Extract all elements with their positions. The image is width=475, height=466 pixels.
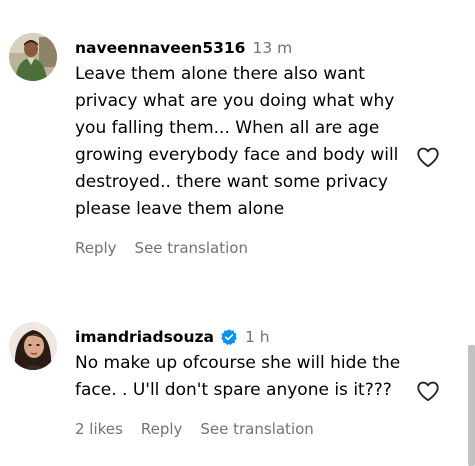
comment-body: imandriadsouza 1 h No make up ofcourse s… (75, 325, 415, 438)
woman-avatar-icon (9, 322, 57, 370)
verified-badge-icon (220, 328, 238, 346)
comment-time[interactable]: 13 m (252, 39, 292, 57)
see-translation-button[interactable]: See translation (200, 420, 313, 438)
comments-panel: naveennaveen5316 13 m Leave them alone t… (0, 0, 475, 466)
reply-button[interactable]: Reply (75, 239, 117, 257)
man-avatar-icon (9, 33, 57, 81)
heart-outline-icon (417, 381, 439, 402)
comment-username[interactable]: naveennaveen5316 (75, 39, 245, 57)
see-translation-button[interactable]: See translation (135, 239, 248, 257)
likes-count[interactable]: 2 likes (75, 420, 123, 438)
comment-actions: Reply See translation (75, 239, 415, 257)
comment-actions: 2 likes Reply See translation (75, 420, 415, 438)
heart-outline-icon (417, 147, 439, 168)
avatar[interactable] (9, 33, 57, 81)
like-button[interactable] (415, 144, 441, 170)
like-button[interactable] (415, 378, 441, 404)
scrollbar-thumb[interactable] (468, 345, 475, 466)
comment-text: Leave them alone there also want privacy… (75, 64, 399, 219)
reply-button[interactable]: Reply (141, 420, 183, 438)
comment-text: No make up ofcourse she will hide the fa… (75, 353, 401, 400)
comment-header: naveennaveen5316 13 m (75, 36, 415, 60)
comment-time[interactable]: 1 h (245, 328, 270, 346)
comment-body: naveennaveen5316 13 m Leave them alone t… (75, 36, 415, 257)
comment-username[interactable]: imandriadsouza (75, 328, 214, 346)
avatar[interactable] (9, 322, 57, 370)
comment-header: imandriadsouza 1 h (75, 325, 415, 349)
